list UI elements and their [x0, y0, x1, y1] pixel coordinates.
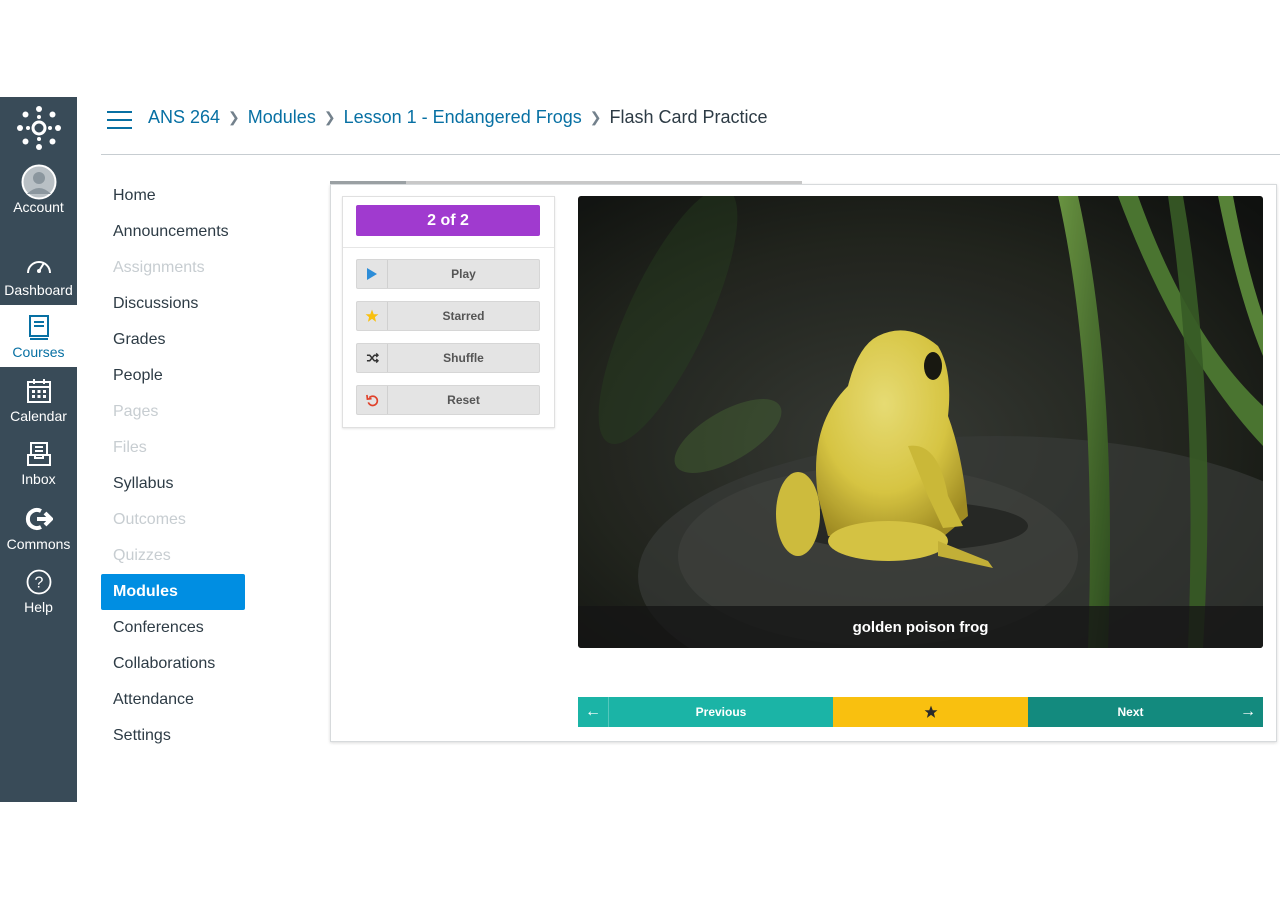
flashcard-nav-bar: ← Previous Next → — [578, 697, 1263, 727]
course-nav-modules[interactable]: Modules — [101, 574, 245, 610]
global-nav-account[interactable]: Account — [0, 160, 77, 222]
global-nav-label: Commons — [6, 536, 71, 552]
course-nav-settings[interactable]: Settings — [101, 718, 245, 754]
breadcrumb-course[interactable]: ANS 264 — [148, 107, 220, 128]
hamburger-menu-icon[interactable] — [107, 111, 132, 131]
play-icon — [357, 260, 388, 288]
shuffle-label: Shuffle — [443, 351, 484, 365]
breadcrumb-current: Flash Card Practice — [609, 107, 768, 127]
breadcrumb-modules[interactable]: Modules — [248, 107, 316, 128]
global-nav-label: Inbox — [21, 471, 56, 487]
dashboard-icon — [25, 250, 53, 280]
global-nav-label: Courses — [12, 344, 65, 360]
next-label: Next — [1117, 705, 1144, 719]
breadcrumb: ANS 264 ❯ Modules ❯ Lesson 1 - Endangere… — [148, 107, 768, 128]
flashcard[interactable]: golden poison frog — [578, 196, 1263, 648]
commons-icon — [25, 504, 53, 534]
global-nav-inbox[interactable]: Inbox — [0, 432, 77, 494]
frog-image — [578, 196, 1263, 648]
course-nav-announcements[interactable]: Announcements — [101, 214, 245, 250]
divider — [343, 247, 554, 248]
chevron-right-icon: ❯ — [323, 109, 336, 125]
global-nav-courses[interactable]: Courses — [0, 305, 77, 367]
card-counter: 2 of 2 — [356, 205, 540, 236]
starred-button[interactable]: Starred — [356, 301, 540, 331]
course-nav-home[interactable]: Home — [101, 178, 245, 214]
course-nav-collaborations[interactable]: Collaborations — [101, 646, 245, 682]
course-nav-syllabus[interactable]: Syllabus — [101, 466, 245, 502]
course-nav-people[interactable]: People — [101, 358, 245, 394]
breadcrumb-lesson[interactable]: Lesson 1 - Endangered Frogs — [344, 107, 582, 128]
star-icon — [924, 705, 937, 718]
course-nav-assignments[interactable]: Assignments — [101, 250, 245, 286]
starred-label: Starred — [442, 309, 485, 323]
play-button[interactable]: Play — [356, 259, 540, 289]
previous-button[interactable]: ← Previous — [578, 697, 833, 727]
course-nav-attendance[interactable]: Attendance — [101, 682, 245, 718]
course-nav-files[interactable]: Files — [101, 430, 245, 466]
global-nav-label: Help — [24, 599, 53, 615]
reset-label: Reset — [447, 393, 480, 407]
play-label: Play — [451, 267, 476, 281]
shuffle-icon — [357, 344, 388, 372]
canvas-logo-icon[interactable] — [0, 97, 77, 159]
help-icon: ? — [26, 567, 52, 597]
card-caption: golden poison frog — [578, 606, 1263, 648]
course-nav: Home Announcements Assignments Discussio… — [101, 178, 245, 754]
course-nav-outcomes[interactable]: Outcomes — [101, 502, 245, 538]
previous-label: Previous — [695, 705, 747, 719]
global-nav: Account Dashboard Courses Calendar Inbox… — [0, 97, 77, 802]
star-icon — [357, 302, 388, 330]
course-nav-pages[interactable]: Pages — [101, 394, 245, 430]
course-nav-grades[interactable]: Grades — [101, 322, 245, 358]
star-card-button[interactable] — [833, 697, 1028, 727]
global-nav-label: Account — [13, 199, 64, 215]
reset-button[interactable]: Reset — [356, 385, 540, 415]
progress-bar — [330, 181, 406, 184]
courses-icon — [28, 312, 50, 342]
global-nav-label: Dashboard — [4, 282, 73, 298]
course-nav-conferences[interactable]: Conferences — [101, 610, 245, 646]
next-button[interactable]: Next → — [1028, 697, 1263, 727]
inbox-icon — [26, 439, 52, 469]
reset-icon — [357, 386, 388, 414]
calendar-icon — [26, 376, 52, 406]
page-header: ANS 264 ❯ Modules ❯ Lesson 1 - Endangere… — [101, 97, 1280, 155]
global-nav-label: Calendar — [10, 408, 67, 424]
svg-text:?: ? — [34, 575, 43, 592]
global-nav-commons[interactable]: Commons — [0, 497, 77, 559]
course-nav-quizzes[interactable]: Quizzes — [101, 538, 245, 574]
shuffle-button[interactable]: Shuffle — [356, 343, 540, 373]
chevron-right-icon: ❯ — [589, 109, 602, 125]
global-nav-calendar[interactable]: Calendar — [0, 369, 77, 431]
arrow-left-icon: ← — [578, 697, 609, 727]
course-nav-discussions[interactable]: Discussions — [101, 286, 245, 322]
global-nav-help[interactable]: ? Help — [0, 560, 77, 622]
global-nav-dashboard[interactable]: Dashboard — [0, 243, 77, 305]
chevron-right-icon: ❯ — [228, 109, 240, 125]
account-icon — [21, 164, 57, 200]
arrow-right-icon: → — [1240, 703, 1256, 720]
flashcard-controls: 2 of 2 Play Starred Shuffle Reset — [342, 196, 555, 428]
